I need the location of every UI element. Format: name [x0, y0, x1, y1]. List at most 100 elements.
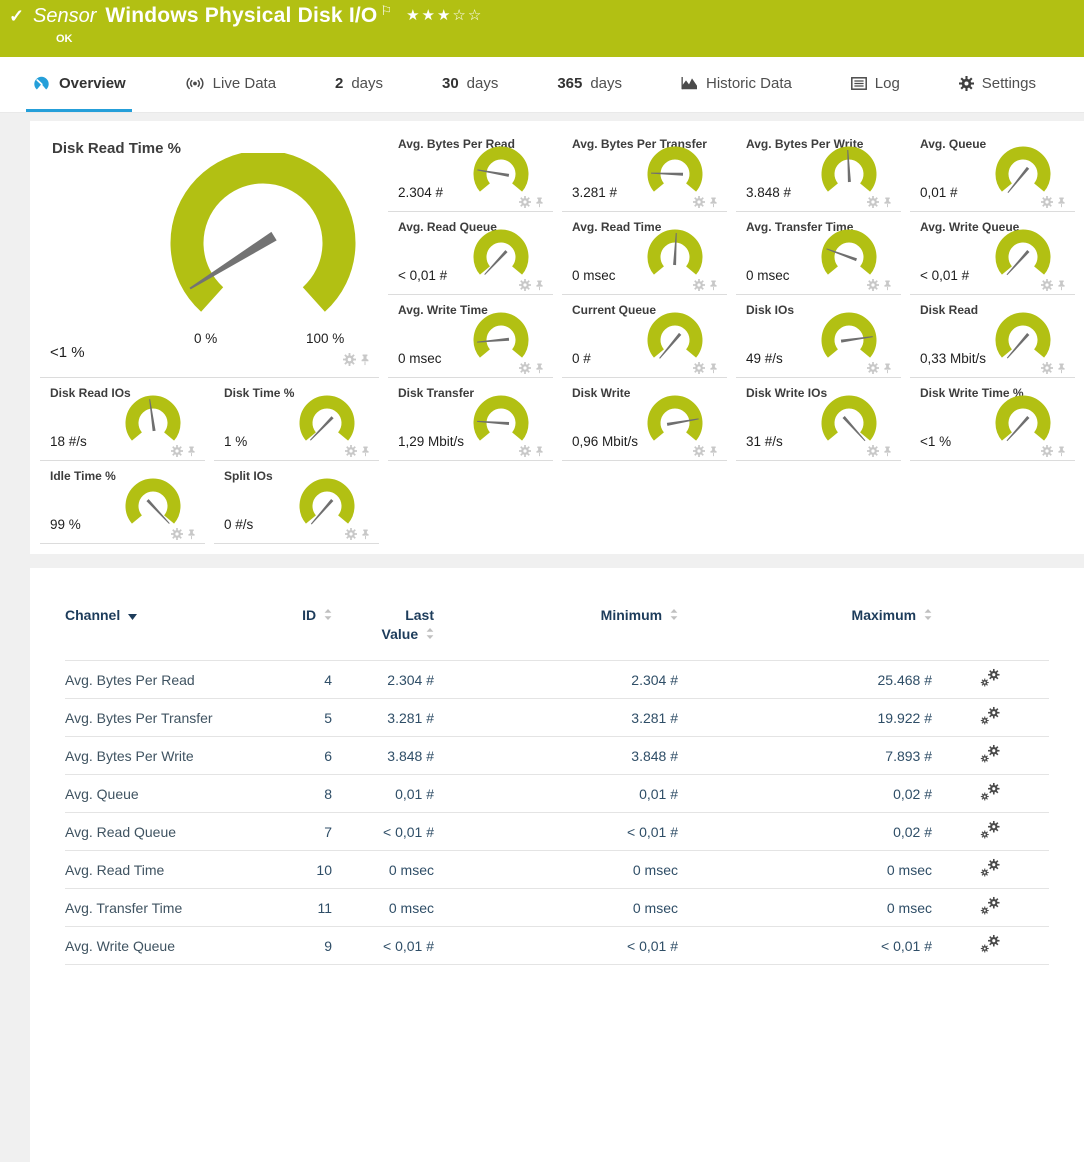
- settings-icon[interactable]: [693, 362, 705, 374]
- sort-updown-icon[interactable]: [426, 628, 434, 639]
- channel-settings-gears-icon[interactable]: [979, 820, 1002, 840]
- tab-live-data[interactable]: Live Data: [179, 57, 282, 112]
- channel-last-value: 0 msec: [332, 851, 434, 889]
- sort-updown-icon[interactable]: [670, 609, 678, 620]
- tab-2-days[interactable]: 2days: [329, 57, 389, 112]
- settings-icon[interactable]: [693, 445, 705, 457]
- pin-icon[interactable]: [1056, 197, 1067, 208]
- settings-icon[interactable]: [867, 196, 879, 208]
- pin-icon[interactable]: [534, 446, 545, 457]
- channel-minimum: 2.304 #: [434, 661, 678, 699]
- column-header-id[interactable]: ID: [280, 602, 332, 661]
- table-row: Avg. Queue80,01 #0,01 #0,02 #: [65, 775, 1049, 813]
- gauge-disk-transfer: Disk Transfer1,29 Mbit/s: [388, 378, 553, 461]
- pin-icon[interactable]: [1056, 280, 1067, 291]
- sort-updown-icon[interactable]: [324, 609, 332, 620]
- settings-icon[interactable]: [343, 353, 356, 371]
- pin-icon[interactable]: [1056, 363, 1067, 374]
- pin-icon[interactable]: [186, 529, 197, 540]
- settings-icon[interactable]: [1041, 362, 1053, 374]
- flag-icon[interactable]: ⚐: [380, 3, 392, 19]
- channel-name: Avg. Read Queue: [65, 813, 280, 851]
- channel-settings-gears-icon[interactable]: [979, 782, 1002, 802]
- sort-updown-icon[interactable]: [924, 609, 932, 620]
- gauge-label: Disk Transfer: [398, 386, 474, 400]
- gauge-disk-write-ios: Disk Write IOs31 #/s: [736, 378, 901, 461]
- column-header-channel[interactable]: Channel: [65, 602, 280, 661]
- settings-icon[interactable]: [867, 445, 879, 457]
- gear-icon: [959, 76, 974, 91]
- channel-name: Avg. Read Time: [65, 851, 280, 889]
- caret-down-icon[interactable]: [128, 614, 137, 620]
- pin-icon[interactable]: [708, 197, 719, 208]
- settings-icon[interactable]: [519, 279, 531, 291]
- settings-icon[interactable]: [1041, 196, 1053, 208]
- pin-icon[interactable]: [534, 280, 545, 291]
- pin-icon[interactable]: [882, 197, 893, 208]
- channel-last-value: 2.304 #: [332, 661, 434, 699]
- column-header-minimum[interactable]: Minimum: [434, 602, 678, 661]
- gauge-disk-time: Disk Time %1 %: [214, 378, 379, 461]
- pin-icon[interactable]: [359, 353, 371, 371]
- settings-icon[interactable]: [171, 528, 183, 540]
- settings-icon[interactable]: [171, 445, 183, 457]
- channel-settings-gears-icon[interactable]: [979, 668, 1002, 688]
- gauge-avg-read-queue: Avg. Read Queue< 0,01 #: [388, 212, 553, 295]
- gauge-value: 49 #/s: [746, 351, 783, 366]
- tab-historic-data[interactable]: Historic Data: [675, 57, 798, 112]
- priority-stars[interactable]: ★★★☆☆: [406, 6, 483, 24]
- channel-maximum: 0,02 #: [678, 775, 932, 813]
- tab-settings[interactable]: Settings: [953, 57, 1042, 112]
- pin-icon[interactable]: [534, 197, 545, 208]
- tab-30-days[interactable]: 30days: [436, 57, 504, 112]
- tab-365-days[interactable]: 365days: [551, 57, 628, 112]
- pin-icon[interactable]: [360, 446, 371, 457]
- gauge-disk-read: Disk Read0,33 Mbit/s: [910, 295, 1075, 378]
- column-header-last-value[interactable]: LastValue: [332, 602, 434, 661]
- settings-icon[interactable]: [693, 279, 705, 291]
- channel-settings-gears-icon[interactable]: [979, 706, 1002, 726]
- pin-icon[interactable]: [186, 446, 197, 457]
- channel-id: 11: [280, 889, 332, 927]
- settings-icon[interactable]: [519, 445, 531, 457]
- gauge-disk-write-time: Disk Write Time %<1 %: [910, 378, 1075, 461]
- settings-icon[interactable]: [345, 528, 357, 540]
- gauge-disk-read-ios: Disk Read IOs18 #/s: [40, 378, 205, 461]
- main-content: Disk Read Time % 0 % 100 % <1 % Avg. Byt…: [0, 113, 1084, 1162]
- channel-maximum: < 0,01 #: [678, 927, 932, 965]
- settings-icon[interactable]: [867, 362, 879, 374]
- tab-overview[interactable]: Overview: [26, 57, 132, 112]
- channel-settings-gears-icon[interactable]: [979, 744, 1002, 764]
- settings-icon[interactable]: [519, 196, 531, 208]
- settings-icon[interactable]: [345, 445, 357, 457]
- settings-icon[interactable]: [1041, 445, 1053, 457]
- pin-icon[interactable]: [534, 363, 545, 374]
- channel-maximum: 0 msec: [678, 851, 932, 889]
- gauge-avg-write-time: Avg. Write Time0 msec: [388, 295, 553, 378]
- settings-icon[interactable]: [1041, 279, 1053, 291]
- settings-icon[interactable]: [867, 279, 879, 291]
- channel-settings-gears-icon[interactable]: [979, 896, 1002, 916]
- pin-icon[interactable]: [882, 363, 893, 374]
- pin-icon[interactable]: [708, 446, 719, 457]
- settings-icon[interactable]: [693, 196, 705, 208]
- tab-log[interactable]: Log: [845, 57, 906, 112]
- channels-panel: Channel ID LastValue Minimum Maximum Avg…: [30, 568, 1084, 1162]
- pin-icon[interactable]: [708, 363, 719, 374]
- table-row: Avg. Read Queue7< 0,01 #< 0,01 #0,02 #: [65, 813, 1049, 851]
- log-icon: [851, 77, 867, 90]
- column-header-maximum[interactable]: Maximum: [678, 602, 932, 661]
- pin-icon[interactable]: [882, 446, 893, 457]
- pin-icon[interactable]: [1056, 446, 1067, 457]
- gauge-icon: [32, 75, 51, 92]
- channel-settings-gears-icon[interactable]: [979, 934, 1002, 954]
- pin-icon[interactable]: [882, 280, 893, 291]
- channel-settings-gears-icon[interactable]: [979, 858, 1002, 878]
- gauge-grid: Disk Read Time % 0 % 100 % <1 % Avg. Byt…: [30, 121, 1084, 554]
- gauge-disk-write: Disk Write0,96 Mbit/s: [562, 378, 727, 461]
- pin-icon[interactable]: [360, 529, 371, 540]
- table-row: Avg. Read Time100 msec0 msec0 msec: [65, 851, 1049, 889]
- settings-icon[interactable]: [519, 362, 531, 374]
- tab-label: days: [590, 75, 622, 92]
- pin-icon[interactable]: [708, 280, 719, 291]
